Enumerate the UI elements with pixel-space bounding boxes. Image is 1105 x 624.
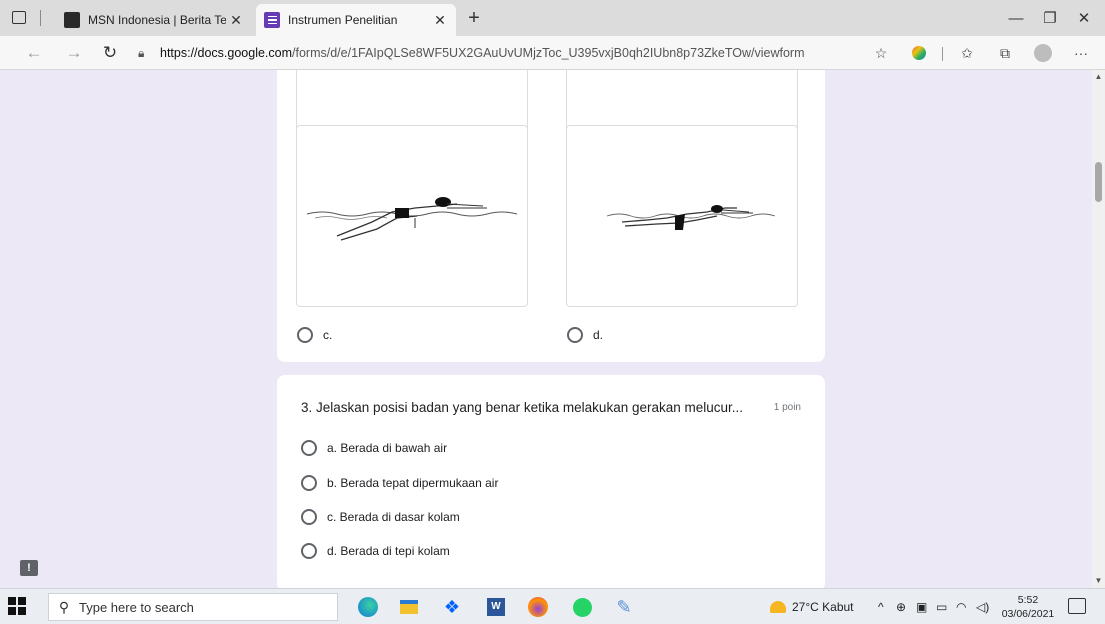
question-points: 1 poin	[773, 402, 801, 413]
radio-button[interactable]	[301, 440, 317, 456]
question-title: 3. Jelaskan posisi badan yang benar keti…	[301, 400, 744, 415]
option-a[interactable]: a. Berada di bawah air	[301, 440, 447, 456]
dropbox-icon[interactable]: ❖	[440, 595, 464, 619]
option-label: d.	[593, 328, 604, 342]
question-card-images: a. b.	[277, 70, 825, 362]
url-path: /forms/d/e/1FAIpQLSe8WF5UX2GAuUvUMjzToc_…	[292, 46, 805, 60]
option-label: a. Berada di bawah air	[327, 441, 448, 455]
taskbar-search[interactable]: ⚲ Type here to search	[48, 593, 338, 621]
extension-icon[interactable]	[906, 41, 932, 65]
whatsapp-icon[interactable]	[570, 595, 594, 619]
word-icon[interactable]: W	[484, 595, 508, 619]
notifications-icon[interactable]	[1068, 598, 1086, 614]
more-icon[interactable]: ···	[1068, 41, 1094, 65]
close-window-icon[interactable]: ✕	[1064, 0, 1104, 36]
lock-icon: 🔒︎	[138, 45, 145, 60]
toolbar-divider	[942, 47, 943, 61]
scroll-thumb[interactable]	[1095, 162, 1102, 202]
option-d[interactable]: d. Berada di tepi kolam	[301, 543, 450, 559]
clock-time: 5:52	[1017, 594, 1039, 606]
firefox-icon[interactable]	[526, 595, 550, 619]
tab-divider	[40, 10, 41, 26]
wifi-icon[interactable]: ◠	[956, 589, 966, 624]
tab-actions-icon[interactable]	[12, 11, 26, 24]
url-field[interactable]: 🔒︎ https://docs.google.com/forms/d/e/1FA…	[138, 41, 898, 65]
swimmer-streamline-image	[606, 205, 776, 230]
tab-instrumen-penelitian[interactable]: Instrumen Penelitian ✕	[256, 4, 456, 36]
windows-taskbar: ⚲ Type here to search ❖ W ✎ 27°C Kabut ^…	[0, 588, 1105, 624]
option-image-c	[296, 125, 528, 307]
scroll-up-icon[interactable]: ▲	[1092, 72, 1105, 81]
radio-button[interactable]	[301, 475, 317, 491]
action-center-apps-icon[interactable]: ▣	[916, 589, 927, 624]
volume-icon[interactable]: ◁)	[976, 589, 989, 624]
refresh-icon[interactable]: ↻	[96, 41, 124, 65]
profile-icon[interactable]	[1030, 41, 1056, 65]
address-bar: ← → ↻ 🔒︎ https://docs.google.com/forms/d…	[0, 36, 1105, 70]
option-image-a	[296, 70, 528, 132]
option-label: c. Berada di dasar kolam	[327, 510, 460, 524]
back-icon[interactable]: ←	[20, 41, 48, 65]
edge-icon[interactable]	[356, 595, 380, 619]
file-explorer-icon[interactable]	[397, 595, 421, 619]
option-c[interactable]: c.	[297, 327, 332, 343]
swimmer-glide-image	[306, 197, 518, 241]
battery-icon[interactable]: ▭	[936, 589, 947, 624]
url-host: https://docs.google.com	[160, 46, 293, 60]
weather-widget[interactable]: 27°C Kabut	[770, 589, 854, 624]
weather-icon	[770, 601, 786, 613]
tab-msn[interactable]: MSN Indonesia | Berita Terkini H ✕	[56, 4, 252, 36]
weather-text: 27°C Kabut	[792, 600, 854, 614]
favorites-icon[interactable]: ✩	[954, 41, 980, 65]
option-c[interactable]: c. Berada di dasar kolam	[301, 509, 460, 525]
page-viewport: a. b.	[0, 70, 1092, 588]
page-scrollbar[interactable]: ▲ ▼	[1092, 70, 1105, 588]
scroll-down-icon[interactable]: ▼	[1092, 576, 1105, 585]
search-icon: ⚲	[58, 598, 70, 615]
option-label: c.	[323, 328, 333, 342]
radio-button[interactable]	[301, 543, 317, 559]
option-image-b	[566, 70, 798, 132]
windows-start-icon[interactable]	[8, 597, 28, 617]
report-feedback-icon[interactable]: !	[20, 560, 38, 576]
option-d[interactable]: d.	[567, 327, 603, 343]
radio-button[interactable]	[567, 327, 583, 343]
msn-icon	[64, 12, 80, 28]
forward-icon[interactable]: →	[60, 41, 88, 65]
tab-label: Instrumen Penelitian	[288, 13, 398, 27]
radio-button[interactable]	[297, 327, 313, 343]
meet-now-icon[interactable]: ⊕	[896, 589, 906, 624]
option-label: d. Berada di tepi kolam	[327, 544, 450, 558]
collections-icon[interactable]: ⧉	[992, 41, 1018, 65]
paint-icon[interactable]: ✎	[612, 595, 636, 619]
show-hidden-icons-icon[interactable]: ^	[878, 589, 884, 624]
clock-date: 03/06/2021	[1001, 608, 1055, 620]
close-icon[interactable]: ✕	[226, 12, 246, 29]
tab-label: MSN Indonesia | Berita Terkini H	[88, 13, 226, 27]
option-label: b. Berada tepat dipermukaan air	[327, 476, 499, 490]
tab-bar: MSN Indonesia | Berita Terkini H ✕ Instr…	[0, 0, 1105, 36]
system-clock[interactable]: 5:52 03/06/2021	[996, 593, 1060, 621]
favorites-add-icon[interactable]: ☆	[868, 41, 894, 65]
option-image-d	[566, 125, 798, 307]
search-placeholder: Type here to search	[79, 599, 194, 615]
question-card-3: 3. Jelaskan posisi badan yang benar keti…	[277, 375, 825, 588]
radio-button[interactable]	[301, 509, 317, 525]
close-icon[interactable]: ✕	[430, 12, 450, 29]
option-b[interactable]: b. Berada tepat dipermukaan air	[301, 475, 498, 491]
new-tab-button[interactable]: +	[462, 6, 486, 30]
google-forms-icon	[264, 12, 280, 28]
